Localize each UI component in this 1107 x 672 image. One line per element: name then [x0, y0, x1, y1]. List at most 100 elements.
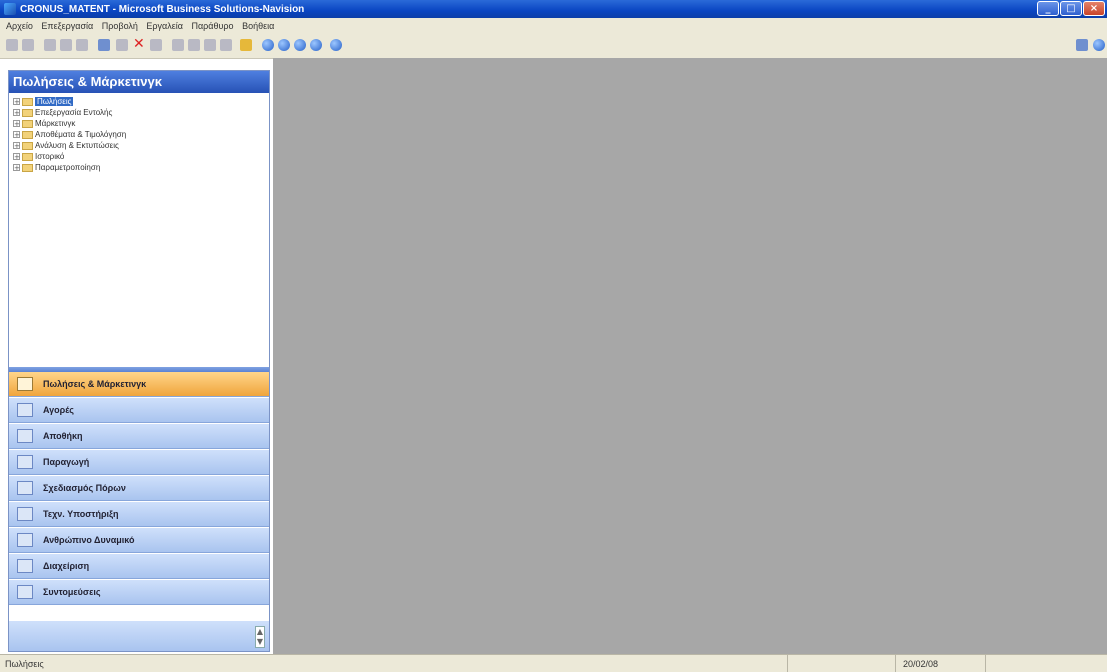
- module-button-purchases[interactable]: Αγορές: [9, 398, 269, 423]
- menu-view[interactable]: Προβολή: [102, 18, 138, 34]
- save-icon[interactable]: [22, 39, 34, 51]
- expand-icon[interactable]: +: [13, 164, 20, 172]
- cut-icon[interactable]: [44, 39, 56, 51]
- nav-first-icon[interactable]: [262, 39, 274, 51]
- shortcut-icon: [17, 585, 33, 599]
- card-icon[interactable]: [188, 39, 200, 51]
- tree-item-analysis-reports[interactable]: + Ανάλυση & Εκτυπώσεις: [13, 140, 126, 151]
- tree-item-order-processing[interactable]: + Επεξεργασία Εντολής: [13, 107, 126, 118]
- menu-tree: + Πωλήσεις + Επεξεργασία Εντολής + Μάρκετιν…: [13, 96, 126, 173]
- menu-tools[interactable]: Εργαλεία: [146, 18, 183, 34]
- module-label: Παραγωγή: [43, 457, 90, 467]
- module-button-resource-planning[interactable]: Σχεδιασμός Πόρων: [9, 476, 269, 501]
- expand-icon[interactable]: +: [13, 98, 20, 106]
- menu-edit[interactable]: Επεξεργασία: [41, 18, 93, 34]
- purchase-icon: [17, 403, 33, 417]
- folder-icon: [22, 152, 33, 161]
- window-controls: _ □ ×: [1037, 1, 1105, 16]
- title-bar: CRONUS_MATENT - Microsoft Business Solut…: [0, 0, 1107, 18]
- navigation-pane-title: Πωλήσεις & Μάρκετινγκ: [9, 71, 269, 93]
- tree-item-sales[interactable]: + Πωλήσεις: [13, 96, 126, 107]
- expand-icon[interactable]: +: [13, 142, 20, 150]
- undo-icon[interactable]: [98, 39, 110, 51]
- module-label: Αγορές: [43, 405, 74, 415]
- module-label: Συντομεύσεις: [43, 587, 101, 597]
- module-button-administration[interactable]: Διαχείριση: [9, 554, 269, 579]
- tree-item-marketing[interactable]: + Μάρκετινγκ: [13, 118, 126, 129]
- find-icon[interactable]: [116, 39, 128, 51]
- warehouse-icon: [17, 429, 33, 443]
- close-button[interactable]: ×: [1083, 1, 1105, 16]
- tree-item-setup[interactable]: + Παραμετροποίηση: [13, 162, 126, 173]
- app-icon: [4, 3, 16, 15]
- folder-icon: [22, 97, 33, 106]
- paste-icon[interactable]: [76, 39, 88, 51]
- tree-item-label: Ιστορικό: [35, 152, 65, 161]
- human-resources-icon: [17, 533, 33, 547]
- manufacturing-icon: [17, 455, 33, 469]
- tree-item-inventory-pricing[interactable]: + Αποθέματα & Τιμολόγηση: [13, 129, 126, 140]
- expand-icon[interactable]: +: [13, 153, 20, 161]
- button-scroll[interactable]: ▲ ▼: [255, 626, 265, 648]
- module-buttons: Πωλήσεις & Μάρκετινγκ Αγορές Αποθήκη Παρ…: [9, 372, 269, 651]
- delete-icon[interactable]: ✕: [133, 36, 145, 52]
- module-button-shortcuts[interactable]: Συντομεύσεις: [9, 580, 269, 605]
- folder-icon: [22, 130, 33, 139]
- sales-icon: [17, 377, 33, 391]
- module-label: Πωλήσεις & Μάρκετινγκ: [43, 379, 147, 389]
- status-text: Πωλήσεις: [5, 659, 44, 669]
- info-icon[interactable]: [1093, 39, 1105, 51]
- navigation-pane-icon[interactable]: [1076, 39, 1088, 51]
- folder-icon: [22, 108, 33, 117]
- module-button-manufacturing[interactable]: Παραγωγή: [9, 450, 269, 475]
- help-icon[interactable]: [330, 39, 342, 51]
- menu-help[interactable]: Βοήθεια: [242, 18, 274, 34]
- module-button-sales-marketing[interactable]: Πωλήσεις & Μάρκετινγκ: [9, 372, 269, 397]
- copy-icon[interactable]: [60, 39, 72, 51]
- report-icon[interactable]: [204, 39, 216, 51]
- user-icon[interactable]: [240, 39, 252, 51]
- window-title: CRONUS_MATENT - Microsoft Business Solut…: [20, 4, 305, 15]
- module-button-human-resources[interactable]: Ανθρώπινο Δυναμικό: [9, 528, 269, 553]
- status-divider: [985, 655, 986, 672]
- nav-last-icon[interactable]: [310, 39, 322, 51]
- tree-item-label: Μάρκετινγκ: [35, 119, 76, 128]
- search-icon[interactable]: [150, 39, 162, 51]
- module-label: Σχεδιασμός Πόρων: [43, 483, 126, 493]
- module-button-service[interactable]: Τεχν. Υποστήριξη: [9, 502, 269, 527]
- nav-next-icon[interactable]: [294, 39, 306, 51]
- new-icon[interactable]: [6, 39, 18, 51]
- list-icon[interactable]: [172, 39, 184, 51]
- expand-icon[interactable]: +: [13, 131, 20, 139]
- module-label: Διαχείριση: [43, 561, 90, 571]
- module-label: Αποθήκη: [43, 431, 83, 441]
- tree-item-label: Παραμετροποίηση: [35, 163, 101, 172]
- service-icon: [17, 507, 33, 521]
- menu-window[interactable]: Παράθυρο: [191, 18, 233, 34]
- folder-icon: [22, 119, 33, 128]
- status-bar: Πωλήσεις 20/02/08: [0, 654, 1107, 672]
- expand-icon[interactable]: +: [13, 120, 20, 128]
- tree-item-history[interactable]: + Ιστορικό: [13, 151, 126, 162]
- administration-icon: [17, 559, 33, 573]
- menu-bar: Αρχείο Επεξεργασία Προβολή Εργαλεία Παρά…: [0, 18, 1107, 34]
- tree-item-label: Πωλήσεις: [35, 97, 74, 106]
- folder-icon: [22, 163, 33, 172]
- folder-icon: [22, 141, 33, 150]
- tree-item-label: Επεξεργασία Εντολής: [35, 108, 113, 117]
- nav-prev-icon[interactable]: [278, 39, 290, 51]
- maximize-button[interactable]: □: [1060, 1, 1082, 16]
- menu-file[interactable]: Αρχείο: [6, 18, 33, 34]
- module-label: Τεχν. Υποστήριξη: [43, 509, 119, 519]
- minimize-button[interactable]: _: [1037, 1, 1059, 16]
- status-divider: [787, 655, 788, 672]
- expand-icon[interactable]: +: [13, 109, 20, 117]
- module-buttons-footer: [9, 621, 269, 651]
- toolbar: ✕: [0, 34, 1107, 59]
- module-button-warehouse[interactable]: Αποθήκη: [9, 424, 269, 449]
- tree-item-label: Αποθέματα & Τιμολόγηση: [35, 130, 127, 139]
- tree-item-label: Ανάλυση & Εκτυπώσεις: [35, 141, 119, 150]
- workspace-area: [273, 58, 1107, 654]
- module-label: Ανθρώπινο Δυναμικό: [43, 535, 135, 545]
- sort-icon[interactable]: [220, 39, 232, 51]
